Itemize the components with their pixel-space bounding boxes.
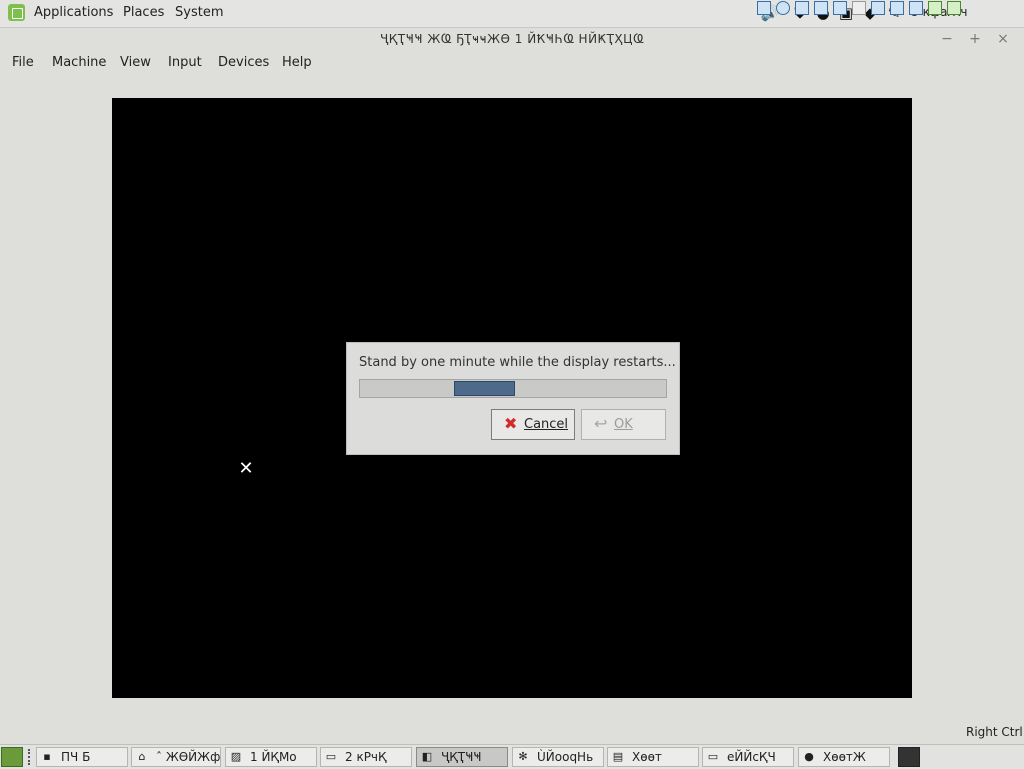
window-title: ҶҚҬҸҸ ЖҨ ҔҬҹҹЖӨ 1 ЙҞҸҺҨ НЙҜҬҲЦҨ xyxy=(380,32,644,46)
ok-arrow-icon: ↩ xyxy=(594,414,608,433)
task-label: 2 кРчҚ xyxy=(345,750,387,764)
hard-disk-icon[interactable] xyxy=(757,1,771,15)
taskbar: ▪ ПЧ Б ⌂ ˆ ЖӨЙЖф ▨ 1 ЙҚМо ▭ 2 кРчҚ ◧ ҶҚҬ… xyxy=(0,744,1024,769)
workspace-switcher-icon[interactable] xyxy=(898,747,920,767)
window-icon: ▭ xyxy=(707,750,719,763)
virtualbox-icon: ◧ xyxy=(421,750,433,763)
recording-icon[interactable] xyxy=(890,1,904,15)
task-obs[interactable]: ● ХөөтЖ xyxy=(798,747,890,767)
task-folder[interactable]: ▭ 2 кРчҚ xyxy=(320,747,412,767)
host-key-label: Right Ctrl xyxy=(966,725,1023,739)
display-icon[interactable] xyxy=(852,1,866,15)
menubar: File Machine View Input Devices Help xyxy=(0,50,1024,74)
obs-icon: ● xyxy=(804,750,814,763)
terminal-icon: ▪ xyxy=(43,750,51,763)
folder-icon: ▭ xyxy=(325,750,337,763)
mint-logo-icon[interactable] xyxy=(8,4,25,21)
task-label: Хөөт xyxy=(632,750,662,764)
network-icon[interactable] xyxy=(814,1,828,15)
keyboard-capture-icon[interactable] xyxy=(947,1,961,15)
usb-icon[interactable] xyxy=(795,1,809,15)
task-label: ÙЙооqНь xyxy=(537,750,594,764)
mouse-integration-icon[interactable] xyxy=(928,1,942,15)
places-menu[interactable]: Places xyxy=(123,5,164,20)
ok-button: ↩ OK xyxy=(581,409,666,440)
menu-file[interactable]: File xyxy=(12,55,34,70)
menu-input[interactable]: Input xyxy=(168,55,202,70)
menu-view[interactable]: View xyxy=(120,55,151,70)
progress-fill xyxy=(454,381,515,396)
notes-icon: ▤ xyxy=(612,750,624,763)
task-home[interactable]: ⌂ ˆ ЖӨЙЖф xyxy=(131,747,221,767)
optical-drive-icon[interactable] xyxy=(776,1,790,15)
menu-devices[interactable]: Devices xyxy=(218,55,269,70)
home-icon: ⌂ xyxy=(138,750,146,763)
task-label: ПЧ Б xyxy=(61,750,91,764)
menu-help[interactable]: Help xyxy=(282,55,312,70)
task-label: ҶҚҬҸҸ xyxy=(441,750,482,764)
cpu-icon[interactable] xyxy=(909,1,923,15)
mouse-cursor-icon: ✕ xyxy=(238,458,254,479)
video-capture-icon[interactable] xyxy=(871,1,885,15)
task-label: еЙЙсҚЧ xyxy=(727,750,776,764)
ok-label: OK xyxy=(614,417,633,432)
close-button[interactable]: × xyxy=(994,30,1012,48)
task-notes[interactable]: ▤ Хөөт xyxy=(607,747,699,767)
task-label: 1 ЙҚМо xyxy=(250,750,297,764)
gear-icon: ✻ xyxy=(518,750,528,763)
menu-machine[interactable]: Machine xyxy=(52,55,106,70)
task-virtualbox[interactable]: ◧ ҶҚҬҸҸ xyxy=(416,747,508,767)
shared-folders-icon[interactable] xyxy=(833,1,847,15)
task-label: ХөөтЖ xyxy=(823,750,866,764)
system-menu[interactable]: System xyxy=(175,5,223,20)
image-icon: ▨ xyxy=(230,750,242,763)
task-image[interactable]: ▨ 1 ЙҚМо xyxy=(225,747,317,767)
applications-menu[interactable]: Applications xyxy=(34,5,113,20)
cancel-button[interactable]: ✖ Cancel xyxy=(491,409,575,440)
task-terminal[interactable]: ▪ ПЧ Б xyxy=(36,747,128,767)
taskbar-separator xyxy=(28,749,33,765)
maximize-button[interactable]: + xyxy=(966,30,984,48)
progress-bar xyxy=(359,379,667,398)
task-settings[interactable]: ✻ ÙЙооqНь xyxy=(512,747,604,767)
cancel-label: Cancel xyxy=(524,417,569,432)
task-window[interactable]: ▭ еЙЙсҚЧ xyxy=(702,747,794,767)
minimize-button[interactable]: − xyxy=(938,30,956,48)
task-label: ˆ ЖӨЙЖф xyxy=(156,750,221,764)
cancel-icon: ✖ xyxy=(504,414,518,433)
display-restart-dialog: Stand by one minute while the display re… xyxy=(346,342,680,455)
show-desktop-button[interactable] xyxy=(1,747,23,767)
dialog-message: Stand by one minute while the display re… xyxy=(359,355,676,370)
window-titlebar[interactable]: ҶҚҬҸҸ ЖҨ ҔҬҹҹЖӨ 1 ЙҞҸҺҨ НЙҜҬҲЦҨ − + × xyxy=(0,28,1024,50)
